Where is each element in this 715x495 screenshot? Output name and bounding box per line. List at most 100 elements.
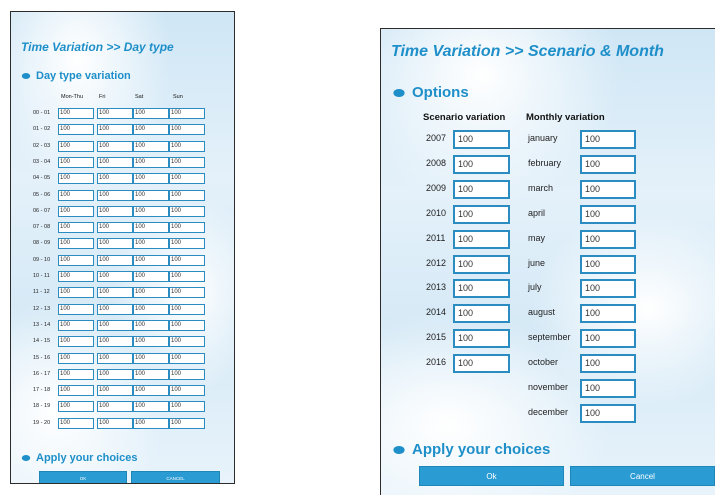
hour-value-input[interactable]: 100 [97,141,133,152]
hour-value-input[interactable]: 100 [169,157,205,168]
hour-value-input[interactable]: 100 [58,157,94,168]
hour-value-input[interactable]: 100 [58,336,94,347]
scenario-value-input[interactable]: 100 [453,180,510,199]
monthly-value-input[interactable]: 100 [580,329,636,348]
monthly-value-input[interactable]: 100 [580,304,636,323]
hour-value-input[interactable]: 100 [58,304,94,315]
hour-value-input[interactable]: 100 [97,255,133,266]
hour-value-input[interactable]: 100 [97,336,133,347]
hour-value-input[interactable]: 100 [58,255,94,266]
monthly-value-input[interactable]: 100 [580,255,636,274]
hour-value-input[interactable]: 100 [169,206,205,217]
hour-value-input[interactable]: 100 [169,108,205,119]
hour-value-input[interactable]: 100 [58,206,94,217]
ok-button[interactable]: OK [39,471,127,483]
hour-value-input[interactable]: 100 [58,108,94,119]
monthly-value-input[interactable]: 100 [580,155,636,174]
hour-value-input[interactable]: 100 [97,190,133,201]
hour-value-input[interactable]: 100 [133,157,169,168]
hour-value-input[interactable]: 100 [58,320,94,331]
hour-value-input[interactable]: 100 [97,108,133,119]
hour-value-input[interactable]: 100 [58,287,94,298]
hour-value-input[interactable]: 100 [133,385,169,396]
hour-value-input[interactable]: 100 [97,418,133,429]
scenario-value-input[interactable]: 100 [453,255,510,274]
hour-value-input[interactable]: 100 [133,353,169,364]
hour-value-input[interactable]: 100 [133,255,169,266]
hour-value-input[interactable]: 100 [169,353,205,364]
hour-value-input[interactable]: 100 [58,190,94,201]
hour-value-input[interactable]: 100 [97,222,133,233]
hour-value-input[interactable]: 100 [97,385,133,396]
monthly-value-input[interactable]: 100 [580,379,636,398]
hour-value-input[interactable]: 100 [133,304,169,315]
hour-value-input[interactable]: 100 [169,190,205,201]
hour-value-input[interactable]: 100 [169,418,205,429]
hour-value-input[interactable]: 100 [133,190,169,201]
hour-value-input[interactable]: 100 [169,222,205,233]
hour-value-input[interactable]: 100 [58,418,94,429]
hour-value-input[interactable]: 100 [133,173,169,184]
hour-value-input[interactable]: 100 [97,401,133,412]
hour-value-input[interactable]: 100 [169,173,205,184]
scenario-value-input[interactable]: 100 [453,230,510,249]
hour-value-input[interactable]: 100 [133,222,169,233]
hour-value-input[interactable]: 100 [97,287,133,298]
scenario-value-input[interactable]: 100 [453,205,510,224]
hour-value-input[interactable]: 100 [97,304,133,315]
hour-value-input[interactable]: 100 [169,238,205,249]
monthly-value-input[interactable]: 100 [580,354,636,373]
hour-value-input[interactable]: 100 [58,385,94,396]
hour-value-input[interactable]: 100 [133,124,169,135]
hour-value-input[interactable]: 100 [58,353,94,364]
hour-value-input[interactable]: 100 [58,238,94,249]
hour-value-input[interactable]: 100 [169,141,205,152]
monthly-value-input[interactable]: 100 [580,130,636,149]
hour-value-input[interactable]: 100 [133,206,169,217]
hour-value-input[interactable]: 100 [97,173,133,184]
hour-value-input[interactable]: 100 [133,320,169,331]
cancel-button[interactable]: CANCEL [131,471,220,483]
hour-value-input[interactable]: 100 [133,238,169,249]
hour-value-input[interactable]: 100 [97,320,133,331]
hour-value-input[interactable]: 100 [169,124,205,135]
hour-value-input[interactable]: 100 [133,108,169,119]
scenario-value-input[interactable]: 100 [453,155,510,174]
hour-value-input[interactable]: 100 [169,304,205,315]
hour-value-input[interactable]: 100 [58,124,94,135]
scenario-value-input[interactable]: 100 [453,130,510,149]
cancel-button[interactable]: Cancel [570,466,715,486]
hour-value-input[interactable]: 100 [169,385,205,396]
hour-value-input[interactable]: 100 [97,206,133,217]
hour-value-input[interactable]: 100 [133,401,169,412]
hour-value-input[interactable]: 100 [97,157,133,168]
monthly-value-input[interactable]: 100 [580,404,636,423]
hour-value-input[interactable]: 100 [169,401,205,412]
scenario-value-input[interactable]: 100 [453,354,510,373]
hour-value-input[interactable]: 100 [97,353,133,364]
monthly-value-input[interactable]: 100 [580,205,636,224]
hour-value-input[interactable]: 100 [97,238,133,249]
hour-value-input[interactable]: 100 [97,369,133,380]
hour-value-input[interactable]: 100 [133,336,169,347]
ok-button[interactable]: Ok [419,466,564,486]
hour-value-input[interactable]: 100 [58,271,94,282]
scenario-value-input[interactable]: 100 [453,329,510,348]
hour-value-input[interactable]: 100 [97,271,133,282]
hour-value-input[interactable]: 100 [97,124,133,135]
hour-value-input[interactable]: 100 [169,336,205,347]
hour-value-input[interactable]: 100 [133,287,169,298]
hour-value-input[interactable]: 100 [133,271,169,282]
hour-value-input[interactable]: 100 [133,418,169,429]
monthly-value-input[interactable]: 100 [580,279,636,298]
hour-value-input[interactable]: 100 [58,369,94,380]
hour-value-input[interactable]: 100 [169,320,205,331]
hour-value-input[interactable]: 100 [169,287,205,298]
scenario-value-input[interactable]: 100 [453,304,510,323]
hour-value-input[interactable]: 100 [169,255,205,266]
hour-value-input[interactable]: 100 [169,271,205,282]
hour-value-input[interactable]: 100 [169,369,205,380]
monthly-value-input[interactable]: 100 [580,180,636,199]
hour-value-input[interactable]: 100 [133,141,169,152]
hour-value-input[interactable]: 100 [58,141,94,152]
